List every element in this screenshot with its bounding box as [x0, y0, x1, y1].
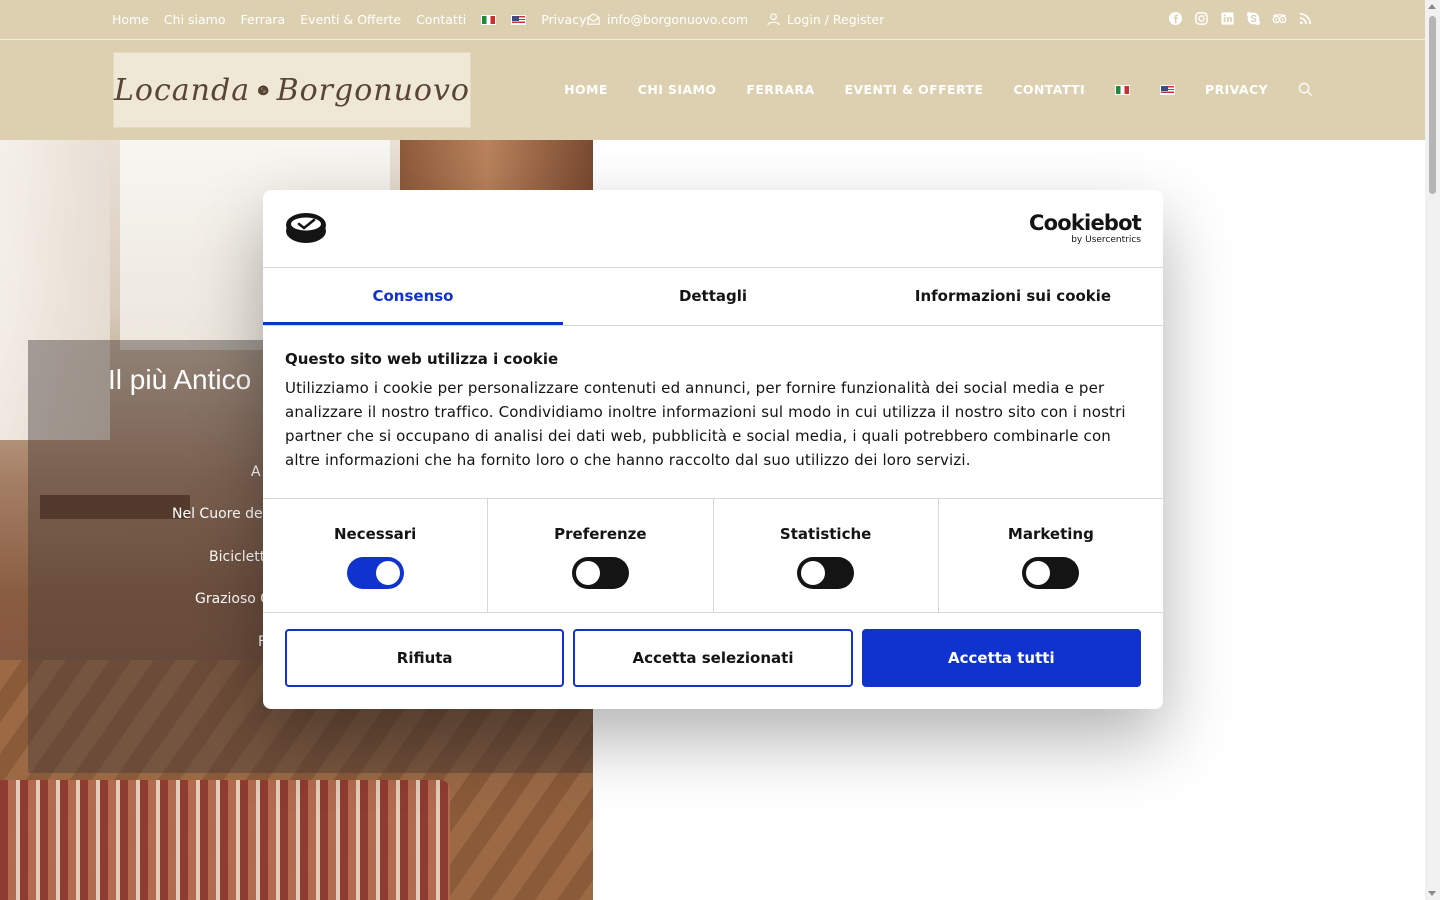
marketing-switch[interactable]: [1022, 557, 1080, 589]
facebook-icon[interactable]: [1168, 11, 1183, 26]
accept-all-button[interactable]: Accetta tutti: [861, 629, 1141, 687]
reject-button[interactable]: Rifiuta: [285, 629, 565, 687]
site-logo[interactable]: Locanda L B Borgonuovo: [113, 52, 471, 128]
envelope-icon: [587, 13, 600, 25]
page-scrollbar[interactable]: [1425, 0, 1440, 900]
main-nav: HOME CHI SIAMO FERRARA EVENTI & OFFERTE …: [564, 82, 1313, 97]
scroll-down-arrow-icon[interactable]: [1428, 891, 1436, 896]
cookie-consent-dialog: Cookiebot by Usercentrics Consenso Detta…: [263, 190, 1163, 709]
instagram-icon[interactable]: [1194, 11, 1209, 26]
logo-text-left: Locanda: [114, 72, 251, 108]
linkedin-icon[interactable]: [1220, 11, 1235, 26]
skype-icon[interactable]: [1246, 11, 1261, 26]
toggle-group-statistiche: Statistiche: [714, 499, 939, 612]
hero-feature: Grazioso G: [195, 591, 272, 607]
hero-rug: [0, 780, 450, 900]
topbar-link-home[interactable]: Home: [112, 12, 149, 27]
nav-item-privacy[interactable]: PRIVACY: [1205, 82, 1268, 97]
cookie-dialog-body: Questo sito web utilizza i cookie Utiliz…: [263, 326, 1163, 499]
nav-item-ferrara[interactable]: FERRARA: [746, 82, 814, 97]
hero-feature: Biciclett: [209, 549, 266, 565]
login-register-link[interactable]: Login / Register: [787, 12, 884, 27]
tab-informazioni[interactable]: Informazioni sui cookie: [863, 268, 1163, 325]
cookie-dialog-text: Utilizziamo i cookie per personalizzare …: [285, 379, 1126, 469]
scroll-up-arrow-icon[interactable]: [1428, 4, 1436, 9]
search-icon[interactable]: [1298, 82, 1313, 97]
hero-feature: Nel Cuore del: [172, 506, 267, 522]
toggle-label-necessari: Necessari: [333, 525, 417, 543]
rss-icon[interactable]: [1298, 11, 1313, 26]
toggle-group-necessari: Necessari: [263, 499, 489, 612]
nav-item-chi-siamo[interactable]: CHI SIAMO: [638, 82, 717, 97]
user-icon: [767, 13, 780, 26]
topbar-link-privacy[interactable]: Privacy: [541, 12, 586, 27]
cookie-dialog-title: Questo sito web utilizza i cookie: [285, 350, 559, 368]
italian-flag-icon[interactable]: [481, 14, 497, 25]
statistiche-switch[interactable]: [797, 557, 855, 589]
topbar-link-chi-siamo[interactable]: Chi siamo: [164, 12, 226, 27]
tab-dettagli[interactable]: Dettagli: [563, 268, 863, 325]
social-icons: [1168, 11, 1313, 26]
main-header: Locanda L B Borgonuovo HOME CHI SIAMO FE…: [0, 40, 1425, 140]
toggle-group-preferenze: Preferenze: [488, 499, 714, 612]
logo-text-right: Borgonuovo: [276, 72, 470, 108]
cookiebot-logo-text: Cookiebot: [1029, 211, 1142, 235]
toggle-label-marketing: Marketing: [1007, 525, 1094, 543]
nav-english-flag-icon[interactable]: [1160, 84, 1176, 95]
topbar-link-ferrara[interactable]: Ferrara: [241, 12, 286, 27]
cookie-category-toggles: Necessari Preferenze Statistiche Marketi…: [263, 499, 1163, 613]
english-flag-icon[interactable]: [511, 14, 527, 25]
email-link[interactable]: info@borgonuovo.com: [607, 12, 748, 27]
top-bar: Home Chi siamo Ferrara Eventi & Offerte …: [0, 0, 1425, 40]
nav-item-eventi-offerte[interactable]: EVENTI & OFFERTE: [845, 82, 984, 97]
cookie-dialog-header: Cookiebot by Usercentrics: [263, 190, 1163, 268]
toggle-group-marketing: Marketing: [939, 499, 1163, 612]
cookiebot-brand[interactable]: Cookiebot by Usercentrics: [1029, 211, 1142, 245]
topbar-link-eventi[interactable]: Eventi & Offerte: [300, 12, 401, 27]
cookie-shield-icon: [286, 213, 326, 243]
preferenze-switch[interactable]: [571, 557, 629, 589]
cookie-dialog-buttons: Rifiuta Accetta selezionati Accetta tutt…: [263, 613, 1163, 687]
toggle-label-preferenze: Preferenze: [554, 525, 647, 543]
toggle-label-statistiche: Statistiche: [779, 525, 872, 543]
cookie-tabs: Consenso Dettagli Informazioni sui cooki…: [263, 268, 1163, 326]
logo-emblem-icon: L B: [258, 85, 269, 96]
hero-feature: A: [251, 464, 261, 480]
necessari-switch[interactable]: [346, 557, 404, 589]
nav-item-home[interactable]: HOME: [564, 82, 608, 97]
scroll-thumb[interactable]: [1429, 16, 1436, 194]
hero-title: Il più Antico: [108, 364, 252, 395]
cookiebot-subtitle: by Usercentrics: [1071, 235, 1141, 245]
tripadvisor-icon[interactable]: [1272, 11, 1287, 26]
accept-selected-button[interactable]: Accetta selezionati: [573, 629, 853, 687]
top-bar-links: Home Chi siamo Ferrara Eventi & Offerte …: [112, 12, 586, 27]
nav-italian-flag-icon[interactable]: [1115, 84, 1131, 95]
nav-item-contatti[interactable]: CONTATTI: [1013, 82, 1085, 97]
tab-consenso[interactable]: Consenso: [263, 268, 563, 325]
top-bar-contact: info@borgonuovo.com Login / Register: [586, 12, 884, 27]
topbar-link-contatti[interactable]: Contatti: [416, 12, 466, 27]
